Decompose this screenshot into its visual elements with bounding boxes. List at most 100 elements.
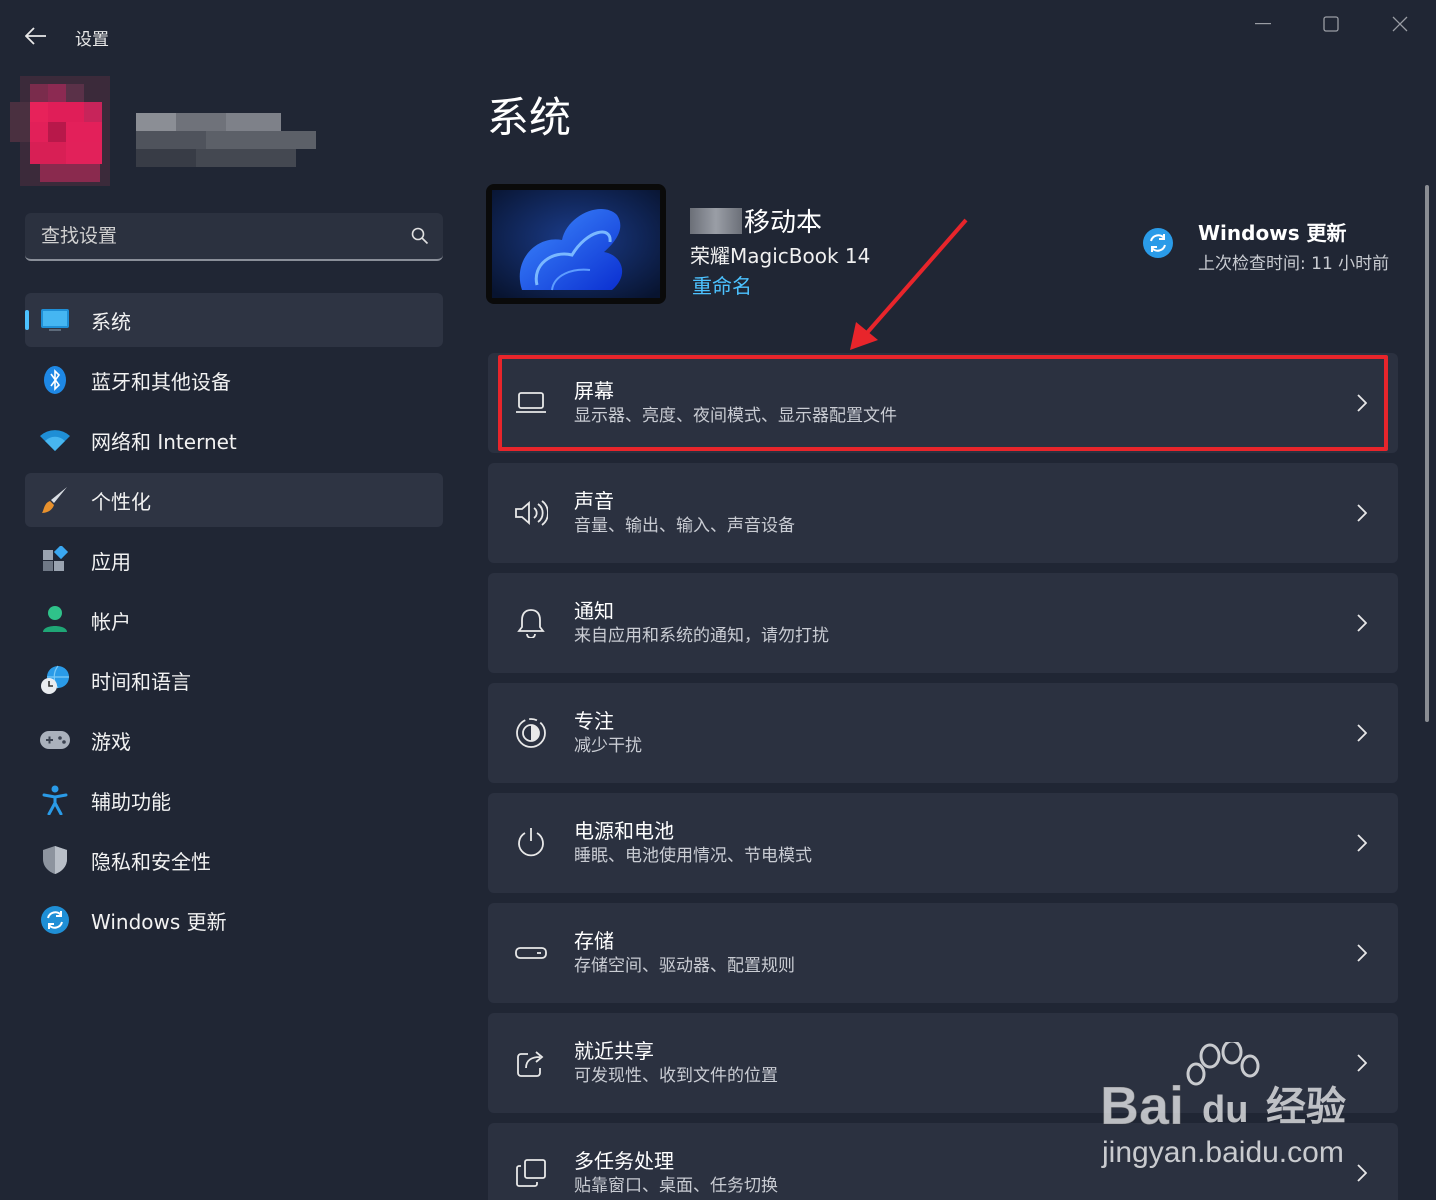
sync-icon xyxy=(39,904,71,936)
sync-icon[interactable] xyxy=(1142,227,1174,259)
card-title: 声音 xyxy=(574,489,614,513)
chevron-right-icon xyxy=(1326,944,1398,962)
sidebar-item-gaming[interactable]: 游戏 xyxy=(25,713,443,767)
chevron-right-icon xyxy=(1326,394,1398,412)
rename-link[interactable]: 重命名 xyxy=(692,270,752,299)
sidebar-item-system[interactable]: 系统 xyxy=(25,293,443,347)
bell-icon xyxy=(488,608,574,638)
sidebar-item-accounts[interactable]: 帐户 xyxy=(25,593,443,647)
chevron-right-icon xyxy=(1326,1054,1398,1072)
close-button[interactable] xyxy=(1380,8,1420,40)
settings-list: 屏幕 显示器、亮度、夜间模式、显示器配置文件 声音 音量、输出、输入、声音设备 … xyxy=(488,353,1398,1200)
device-model: 荣耀MagicBook 14 xyxy=(690,244,871,268)
shield-icon xyxy=(39,844,71,876)
card-nearby-sharing[interactable]: 就近共享 可发现性、收到文件的位置 xyxy=(488,1013,1398,1113)
chevron-right-icon xyxy=(1326,504,1398,522)
sidebar-item-network[interactable]: 网络和 Internet xyxy=(25,413,443,467)
device-name-obscured xyxy=(690,207,742,234)
search-icon[interactable] xyxy=(411,227,429,245)
card-description: 显示器、亮度、夜间模式、显示器配置文件 xyxy=(574,406,897,426)
sidebar-item-windows-update[interactable]: Windows 更新 xyxy=(25,893,443,947)
card-power-battery[interactable]: 电源和电池 睡眠、电池使用情况、节电模式 xyxy=(488,793,1398,893)
bluetooth-icon xyxy=(39,364,71,396)
card-sound[interactable]: 声音 音量、输出、输入、声音设备 xyxy=(488,463,1398,563)
laptop-icon xyxy=(488,391,574,415)
sidebar-item-label: 时间和语言 xyxy=(91,669,191,694)
minimize-icon xyxy=(1255,23,1271,25)
globe-clock-icon xyxy=(39,664,71,696)
card-title: 专注 xyxy=(574,709,614,733)
apps-icon xyxy=(39,544,71,576)
card-focus[interactable]: 专注 减少干扰 xyxy=(488,683,1398,783)
chevron-right-icon xyxy=(1326,1164,1398,1182)
sidebar-item-privacy[interactable]: 隐私和安全性 xyxy=(25,833,443,887)
scrollbar[interactable] xyxy=(1425,185,1429,722)
card-notifications[interactable]: 通知 来自应用和系统的通知，请勿打扰 xyxy=(488,573,1398,673)
paintbrush-icon xyxy=(39,484,71,516)
sidebar-item-label: 帐户 xyxy=(91,609,131,634)
sidebar-item-label: 游戏 xyxy=(91,729,131,754)
sidebar-item-label: 隐私和安全性 xyxy=(91,849,211,874)
card-display[interactable]: 屏幕 显示器、亮度、夜间模式、显示器配置文件 xyxy=(488,353,1398,453)
power-icon xyxy=(488,827,574,859)
card-title: 电源和电池 xyxy=(574,819,674,843)
multitask-icon xyxy=(488,1158,574,1188)
chevron-right-icon xyxy=(1326,834,1398,852)
card-title: 就近共享 xyxy=(574,1039,654,1063)
drive-icon xyxy=(488,946,574,960)
gamepad-icon xyxy=(39,724,71,756)
search-input[interactable] xyxy=(41,225,411,247)
sidebar-item-label: 应用 xyxy=(91,549,131,574)
card-description: 来自应用和系统的通知，请勿打扰 xyxy=(574,626,829,646)
speaker-icon xyxy=(488,499,574,527)
sidebar-item-label: 蓝牙和其他设备 xyxy=(91,369,231,394)
card-description: 减少干扰 xyxy=(574,736,642,756)
title-bar: 设置 xyxy=(0,0,1436,72)
wifi-icon xyxy=(39,424,71,456)
windows-update-last-checked: 上次检查时间: 11 小时前 xyxy=(1198,254,1390,274)
search-box[interactable] xyxy=(25,213,443,261)
chevron-right-icon xyxy=(1326,724,1398,742)
sidebar-item-personalization[interactable]: 个性化 xyxy=(25,473,443,527)
card-multitasking[interactable]: 多任务处理 贴靠窗口、桌面、任务切换 xyxy=(488,1123,1398,1200)
card-title: 屏幕 xyxy=(574,379,614,403)
sidebar-item-label: 系统 xyxy=(91,309,131,334)
sidebar-item-label: Windows 更新 xyxy=(91,909,227,934)
person-icon xyxy=(39,604,71,636)
card-description: 贴靠窗口、桌面、任务切换 xyxy=(574,1176,778,1196)
arrow-left-icon xyxy=(25,27,46,45)
focus-icon xyxy=(488,717,574,749)
close-icon xyxy=(1392,16,1408,32)
maximize-icon xyxy=(1323,16,1339,32)
sidebar-item-label: 个性化 xyxy=(91,489,151,514)
card-title: 多任务处理 xyxy=(574,1149,674,1173)
avatar[interactable] xyxy=(10,76,120,186)
back-button[interactable] xyxy=(16,20,56,52)
card-description: 音量、输出、输入、声音设备 xyxy=(574,516,795,536)
maximize-button[interactable] xyxy=(1311,8,1351,40)
chevron-right-icon xyxy=(1326,614,1398,632)
page-title: 系统 xyxy=(487,93,572,142)
device-name-suffix: 移动本 xyxy=(744,208,823,238)
share-icon xyxy=(488,1048,574,1078)
windows-update-title[interactable]: Windows 更新 xyxy=(1198,217,1347,246)
accessibility-icon xyxy=(39,784,71,816)
sidebar-item-apps[interactable]: 应用 xyxy=(25,533,443,587)
monitor-icon xyxy=(39,304,71,336)
device-wallpaper-thumbnail xyxy=(486,184,666,304)
card-description: 睡眠、电池使用情况、节电模式 xyxy=(574,846,812,866)
card-description: 存储空间、驱动器、配置规则 xyxy=(574,956,795,976)
sidebar-item-label: 网络和 Internet xyxy=(91,429,237,454)
sidebar-item-accessibility[interactable]: 辅助功能 xyxy=(25,773,443,827)
sidebar-item-bluetooth[interactable]: 蓝牙和其他设备 xyxy=(25,353,443,407)
sidebar-nav: 系统 蓝牙和其他设备 网络和 Internet 个性化 应用 帐户 时间和语言 … xyxy=(25,293,443,953)
sidebar-item-label: 辅助功能 xyxy=(91,789,171,814)
card-storage[interactable]: 存储 存储空间、驱动器、配置规则 xyxy=(488,903,1398,1003)
card-title: 存储 xyxy=(574,929,614,953)
card-title: 通知 xyxy=(574,599,614,623)
app-title: 设置 xyxy=(75,30,109,50)
minimize-button[interactable] xyxy=(1243,8,1283,40)
user-name-obscured xyxy=(136,113,316,167)
card-description: 可发现性、收到文件的位置 xyxy=(574,1066,778,1086)
sidebar-item-time-language[interactable]: 时间和语言 xyxy=(25,653,443,707)
